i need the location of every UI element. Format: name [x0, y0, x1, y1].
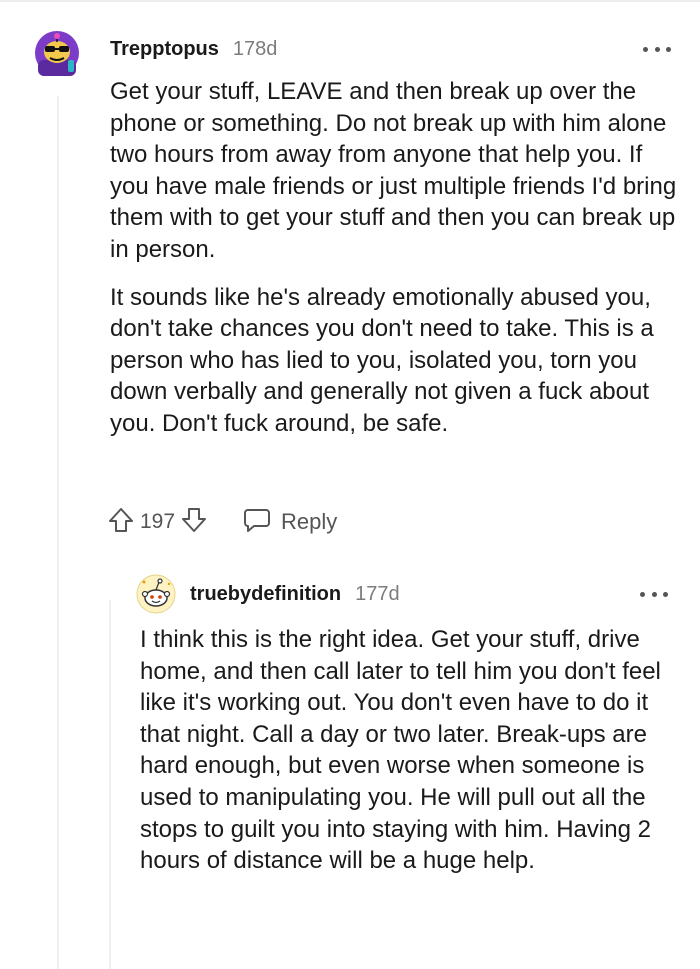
comment-paragraph: It sounds like he's already emotionally … [110, 283, 654, 437]
comment-paragraph: Get your stuff, LEAVE and then break up … [110, 78, 677, 263]
user-avatar[interactable] [136, 574, 176, 614]
user-avatar[interactable] [34, 30, 80, 76]
comment-meta: Trepptopus 178d [110, 37, 277, 61]
downvote-icon[interactable] [181, 507, 207, 538]
more-options-icon[interactable] [640, 588, 668, 600]
comment-body: I think this is the right idea. Get your… [140, 624, 685, 877]
upvote-icon[interactable] [108, 507, 134, 538]
comment-paragraph: I think this is the right idea. Get your… [140, 626, 661, 875]
reply-label: Reply [281, 509, 338, 534]
comment-meta: truebydefinition 177d [190, 582, 400, 606]
snoo-avatar-default-icon [136, 574, 176, 614]
top-divider [0, 0, 700, 2]
thread-line-reply[interactable] [109, 600, 111, 969]
comment-body: Get your stuff, LEAVE and then break up … [110, 76, 680, 456]
vote-count: 197 [140, 510, 176, 533]
comment-age[interactable]: 178d [233, 38, 278, 61]
username[interactable]: truebydefinition [190, 583, 341, 606]
thread-line[interactable] [57, 96, 59, 969]
reply-button[interactable]: Reply [243, 507, 337, 538]
comment-actions: 197 Reply [108, 505, 337, 539]
username[interactable]: Trepptopus [110, 38, 219, 61]
more-options-icon[interactable] [643, 43, 671, 55]
snoo-avatar-purple-sunglasses-icon [35, 31, 79, 76]
reply-icon [243, 507, 271, 538]
comment-age[interactable]: 177d [355, 583, 400, 606]
